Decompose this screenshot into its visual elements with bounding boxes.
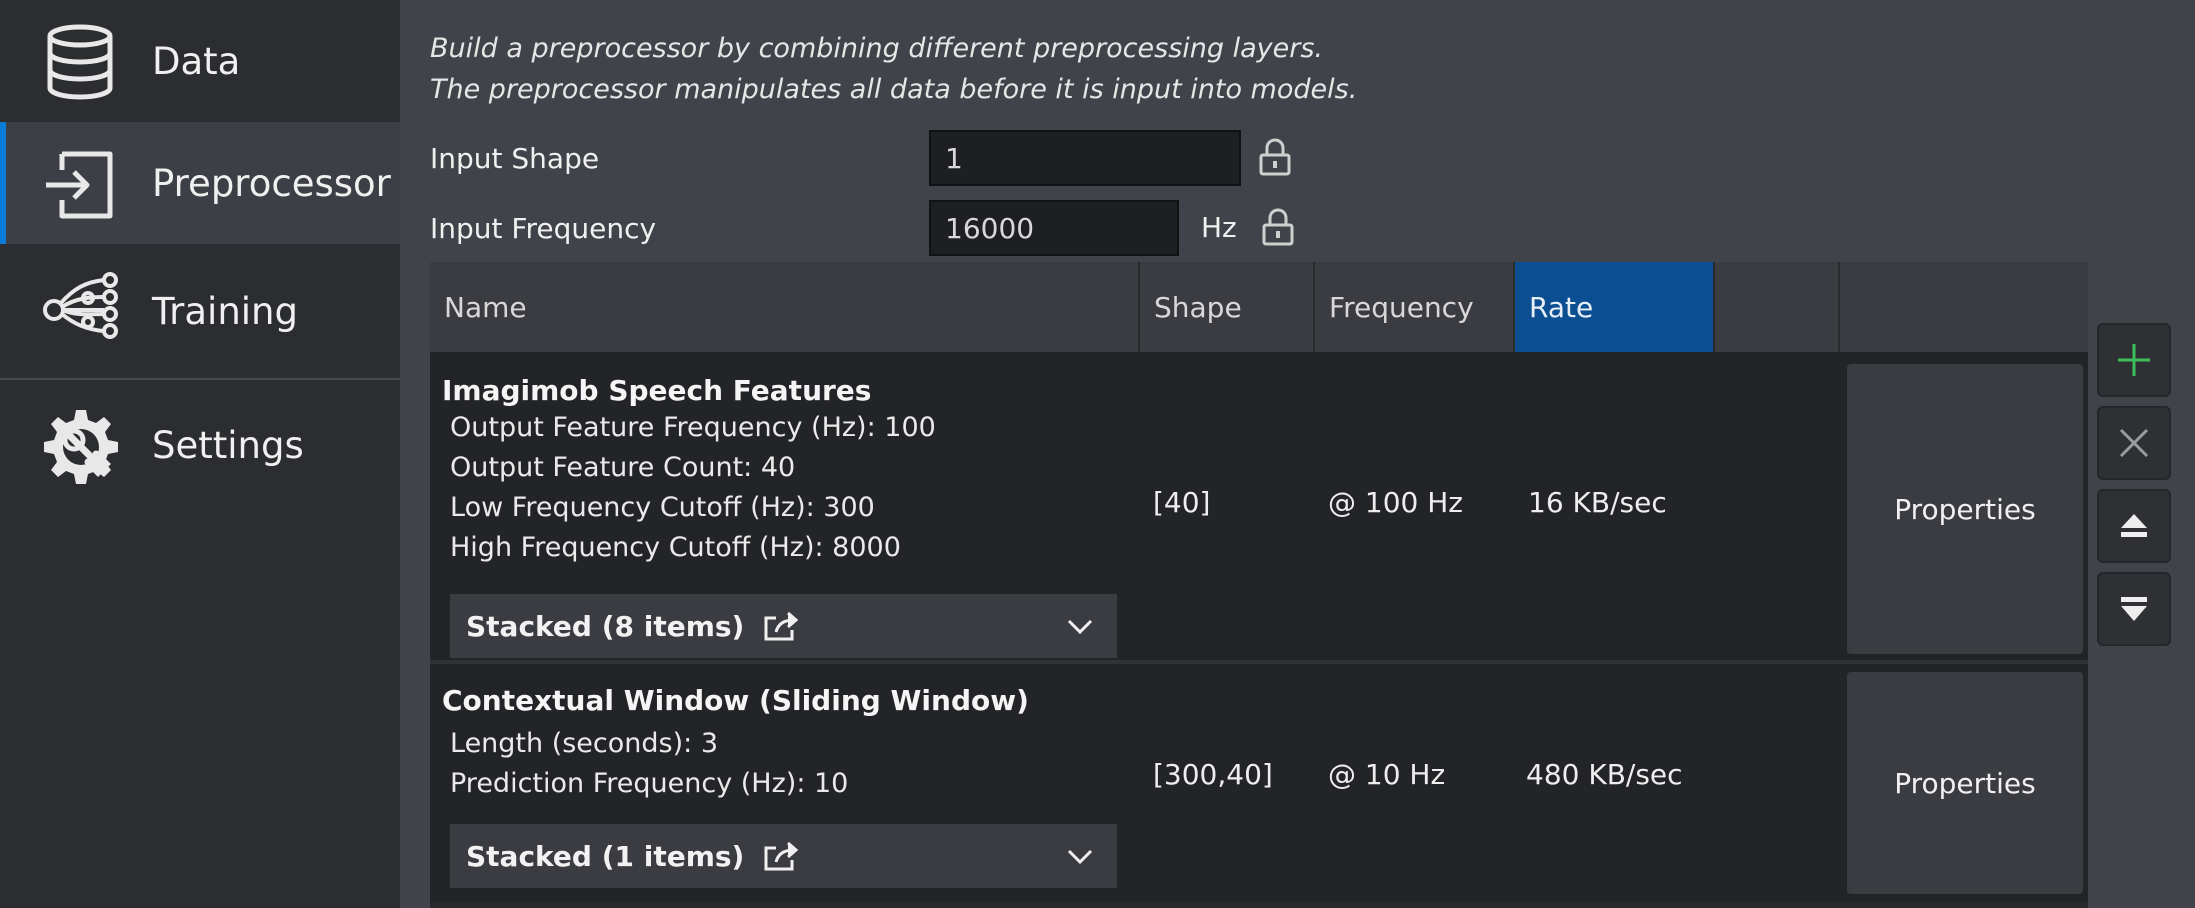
column-header-actions[interactable] bbox=[1840, 262, 2088, 352]
column-header-name[interactable]: Name bbox=[430, 262, 1140, 352]
input-shape-field[interactable]: 1 bbox=[929, 130, 1241, 186]
layer-frequency: @ 100 Hz bbox=[1328, 486, 1463, 519]
layer-title: Contextual Window (Sliding Window) bbox=[442, 684, 1029, 717]
network-icon bbox=[43, 272, 118, 339]
remove-layer-button[interactable] bbox=[2097, 406, 2171, 480]
lock-icon[interactable] bbox=[1258, 137, 1292, 177]
input-frequency-field[interactable]: 16000 bbox=[929, 200, 1179, 256]
move-down-icon bbox=[2121, 597, 2147, 621]
chevron-down-icon[interactable] bbox=[1065, 612, 1095, 640]
layer-rate: 480 KB/sec bbox=[1526, 758, 1683, 791]
column-header-frequency[interactable]: Frequency bbox=[1315, 262, 1515, 352]
lock-icon[interactable] bbox=[1261, 207, 1295, 247]
plus-icon bbox=[2118, 344, 2150, 376]
layer-param: High Frequency Cutoff (Hz): 8000 bbox=[450, 532, 901, 563]
input-shape-value: 1 bbox=[945, 141, 963, 175]
share-icon[interactable] bbox=[762, 840, 800, 872]
layer-title: Imagimob Speech Features bbox=[442, 374, 872, 407]
column-label: Rate bbox=[1529, 290, 1594, 324]
layer-rate: 16 KB/sec bbox=[1528, 486, 1667, 519]
close-icon bbox=[2119, 428, 2149, 458]
properties-button[interactable]: Properties bbox=[1847, 672, 2083, 894]
sign-in-icon bbox=[46, 151, 113, 219]
layer-param: Output Feature Count: 40 bbox=[450, 452, 796, 483]
layer-param: Length (seconds): 3 bbox=[450, 728, 718, 759]
stacked-label: Stacked (1 items) bbox=[466, 839, 745, 873]
page-description: Build a preprocessor by combining differ… bbox=[430, 28, 1357, 110]
stacked-label: Stacked (8 items) bbox=[466, 609, 745, 643]
layer-frequency: @ 10 Hz bbox=[1328, 758, 1446, 791]
sidebar-item-preprocessor[interactable]: Preprocessor bbox=[0, 122, 400, 244]
database-icon bbox=[47, 24, 113, 100]
layer-shape: [40] bbox=[1153, 486, 1211, 519]
table-row[interactable]: Contextual Window (Sliding Window) Lengt… bbox=[430, 664, 2088, 902]
properties-label: Properties bbox=[1894, 766, 2036, 800]
move-up-button[interactable] bbox=[2097, 489, 2171, 563]
sidebar-item-data[interactable]: Data bbox=[0, 0, 400, 122]
add-layer-button[interactable] bbox=[2097, 323, 2171, 397]
gear-wrench-icon bbox=[44, 410, 118, 484]
input-frequency-value: 16000 bbox=[945, 211, 1035, 245]
layer-param: Low Frequency Cutoff (Hz): 300 bbox=[450, 492, 875, 523]
column-label: Frequency bbox=[1329, 290, 1474, 324]
column-header-empty[interactable] bbox=[1715, 262, 1840, 352]
layers-table: Name Shape Frequency Rate Imagimob Speec… bbox=[430, 262, 2088, 908]
table-row[interactable]: Imagimob Speech Features Output Feature … bbox=[430, 352, 2088, 660]
layer-param: Prediction Frequency (Hz): 10 bbox=[450, 768, 849, 799]
sidebar-item-training[interactable]: Training bbox=[0, 250, 400, 374]
input-frequency-label: Input Frequency bbox=[430, 212, 657, 245]
sidebar-divider bbox=[0, 378, 400, 380]
column-header-rate[interactable]: Rate bbox=[1515, 262, 1715, 352]
column-label: Name bbox=[444, 290, 527, 324]
stacked-dropdown[interactable]: Stacked (1 items) bbox=[450, 824, 1117, 888]
sidebar-item-label: Data bbox=[152, 40, 241, 83]
column-label: Shape bbox=[1154, 290, 1242, 324]
properties-label: Properties bbox=[1894, 492, 2036, 526]
sidebar-item-label: Settings bbox=[152, 424, 304, 467]
chevron-down-icon[interactable] bbox=[1065, 842, 1095, 870]
layer-param: Output Feature Frequency (Hz): 100 bbox=[450, 412, 936, 443]
column-header-shape[interactable]: Shape bbox=[1140, 262, 1315, 352]
description-line: The preprocessor manipulates all data be… bbox=[430, 74, 1358, 105]
move-down-button[interactable] bbox=[2097, 572, 2171, 646]
layer-shape: [300,40] bbox=[1153, 758, 1273, 791]
sidebar-item-label: Training bbox=[152, 290, 298, 333]
sidebar-item-settings[interactable]: Settings bbox=[0, 384, 400, 508]
input-shape-label: Input Shape bbox=[430, 142, 600, 175]
properties-button[interactable]: Properties bbox=[1847, 364, 2083, 654]
stacked-dropdown[interactable]: Stacked (8 items) bbox=[450, 594, 1117, 658]
share-icon[interactable] bbox=[762, 610, 800, 642]
description-line: Build a preprocessor by combining differ… bbox=[430, 33, 1323, 64]
frequency-unit: Hz bbox=[1201, 211, 1237, 244]
move-up-icon bbox=[2121, 514, 2147, 537]
table-header: Name Shape Frequency Rate bbox=[430, 262, 2088, 352]
sidebar: Data Preprocessor Training Settings bbox=[0, 0, 400, 908]
sidebar-item-label: Preprocessor bbox=[152, 162, 391, 205]
